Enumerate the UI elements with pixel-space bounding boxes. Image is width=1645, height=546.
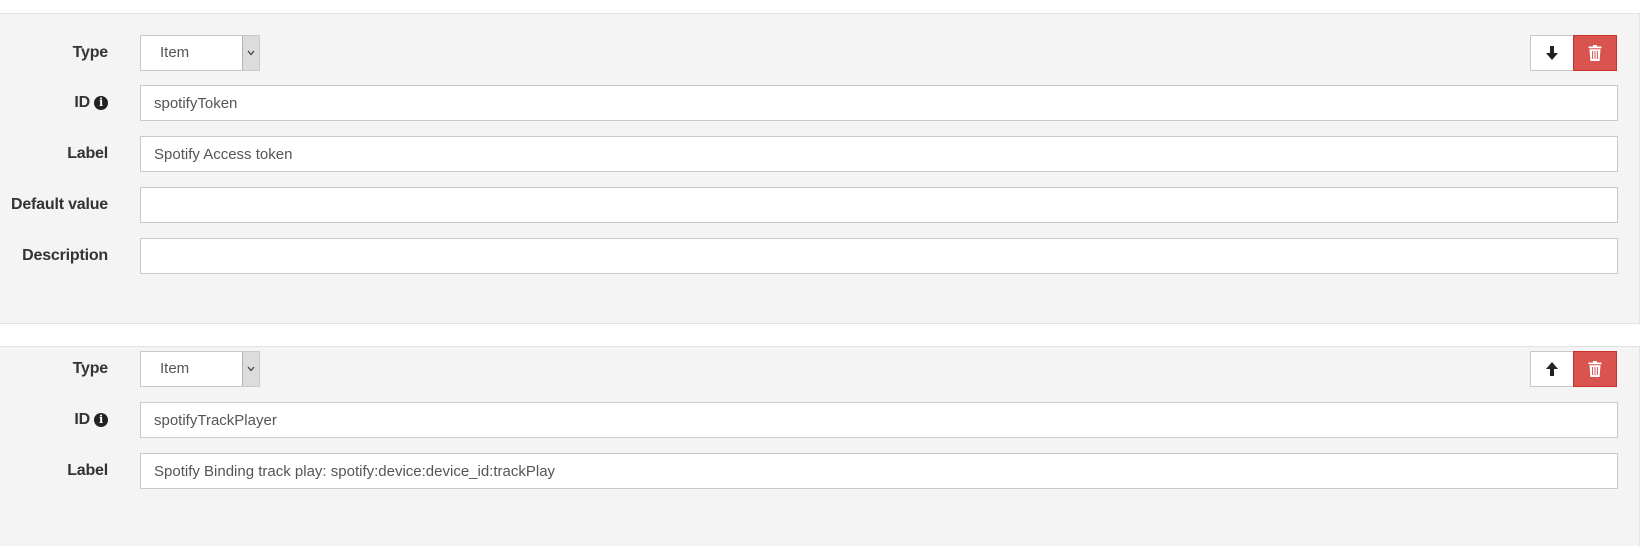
delete-button[interactable] [1573,35,1617,71]
parameter-panel: Type Item IDi Label [0,346,1640,546]
row-actions [1530,351,1617,387]
type-select[interactable]: Item [140,35,260,71]
description-row: Description [0,238,1639,274]
type-select-value: Item [160,44,190,61]
description-input[interactable] [140,238,1618,274]
type-label: Type [72,360,109,377]
trash-icon [1588,361,1602,377]
type-row: Type Item [0,35,1639,71]
row-actions [1530,35,1617,71]
id-input[interactable] [140,402,1618,438]
info-icon[interactable]: i [94,413,108,427]
arrow-up-icon [1546,362,1558,376]
delete-button[interactable] [1573,351,1617,387]
label-input[interactable] [140,136,1618,172]
default-value-row: Default value [0,187,1639,223]
parameter-panel: Type Item IDi Label Default value Descri… [0,13,1640,324]
label-input[interactable] [140,453,1618,489]
id-row: ID i [0,85,1639,121]
move-down-button[interactable] [1530,35,1573,71]
default-value-label: Default value [11,196,108,213]
arrow-down-icon [1546,46,1558,60]
description-label: Description [22,247,108,264]
type-select[interactable]: Item [140,351,260,387]
label-row: Label [0,453,1639,489]
id-row: ID i [0,402,1639,438]
default-value-input[interactable] [140,187,1618,223]
type-label: Type [72,44,109,61]
id-label: ID i [0,402,108,438]
chevron-down-icon[interactable] [242,352,259,386]
label-row: Label [0,136,1639,172]
label-label: Label [67,462,108,479]
chevron-down-icon[interactable] [242,36,259,70]
id-label: ID i [0,85,108,121]
info-icon[interactable]: i [94,96,108,110]
trash-icon [1588,45,1602,61]
label-label: Label [67,145,108,162]
id-input[interactable] [140,85,1618,121]
type-select-value: Item [160,360,190,377]
type-row: Type Item [0,351,1639,387]
move-up-button[interactable] [1530,351,1573,387]
